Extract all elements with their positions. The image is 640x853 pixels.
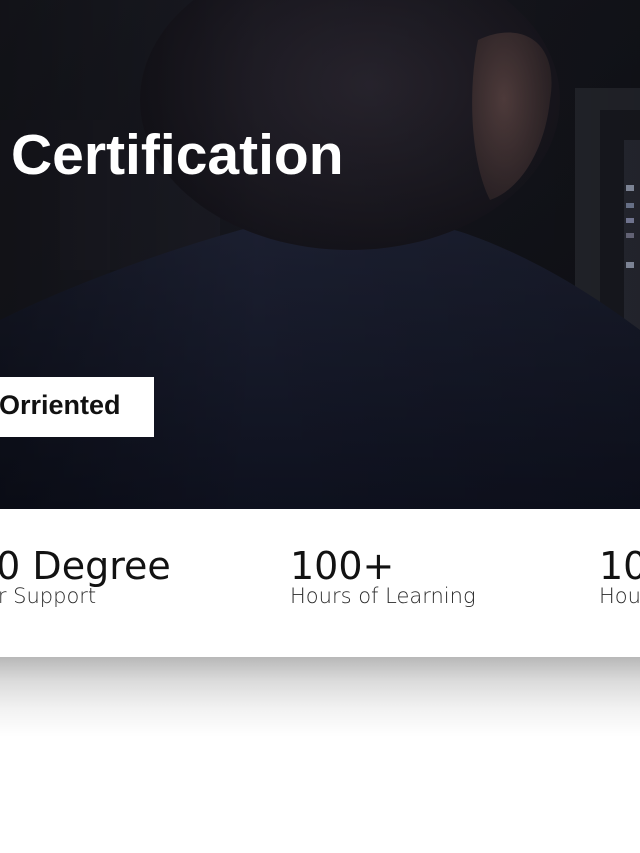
stat-item-learning-hours: 100+ Hours of Learning bbox=[290, 543, 476, 609]
stats-bar-shadow bbox=[0, 657, 640, 737]
page: r Certification Orriented 60 Degree eer … bbox=[0, 0, 640, 853]
hero-banner: r Certification Orriented bbox=[0, 0, 640, 509]
stat-label: Hou bbox=[599, 584, 640, 608]
stats-bar: 60 Degree eer Support 100+ Hours of Lear… bbox=[0, 509, 640, 657]
hero-badge-label: Orriented bbox=[0, 390, 121, 420]
stat-item-hours: 10 Hou bbox=[599, 543, 640, 609]
hero-title: r Certification bbox=[0, 123, 344, 187]
stat-item-support: 60 Degree eer Support bbox=[0, 543, 171, 609]
stat-label: Hours of Learning bbox=[290, 584, 476, 608]
hero-badge: Orriented bbox=[0, 377, 154, 437]
